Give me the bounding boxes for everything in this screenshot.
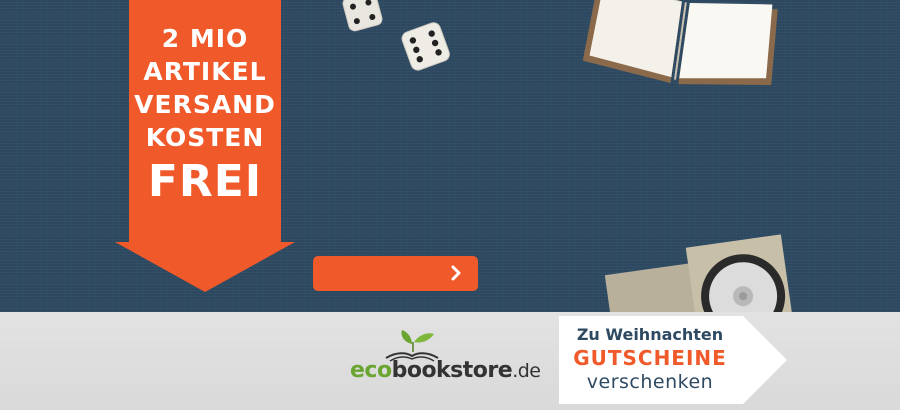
- logo-bookstore: bookstore: [391, 358, 513, 383]
- promo-headline: FREI: [147, 156, 263, 207]
- promo-line: KOSTEN: [145, 123, 265, 152]
- logo-eco: eco: [350, 358, 392, 383]
- promo-text: 2 MIO ARTIKEL VERSAND KOSTEN FREI: [129, 22, 281, 208]
- voucher-line1: Zu Weihnachten: [576, 325, 724, 344]
- voucher-button[interactable]: Zu Weihnachten GUTSCHEINE verschenken: [559, 316, 789, 404]
- voucher-line3: verschenken: [586, 371, 714, 393]
- cd-case-icon: [604, 234, 795, 322]
- open-book-icon: [582, 0, 778, 86]
- promo-line: ARTIKEL: [143, 57, 267, 86]
- promo-line: 2 MIO: [161, 24, 249, 53]
- promo-banner[interactable]: 2 MIO ARTIKEL VERSAND KOSTEN FREI ecoboo…: [0, 0, 900, 410]
- ecobookstore-logo[interactable]: ecobookstore.de: [350, 330, 541, 390]
- dice-icon: [342, 0, 383, 32]
- promo-arrow-head: [115, 242, 295, 292]
- promo-line: VERSAND: [134, 90, 276, 119]
- dice-icon: [401, 22, 450, 71]
- chevron-right-icon: [451, 265, 461, 281]
- logo-tld: .de: [512, 360, 541, 382]
- voucher-line2: GUTSCHEINE: [573, 346, 727, 370]
- cta-button[interactable]: [313, 256, 478, 291]
